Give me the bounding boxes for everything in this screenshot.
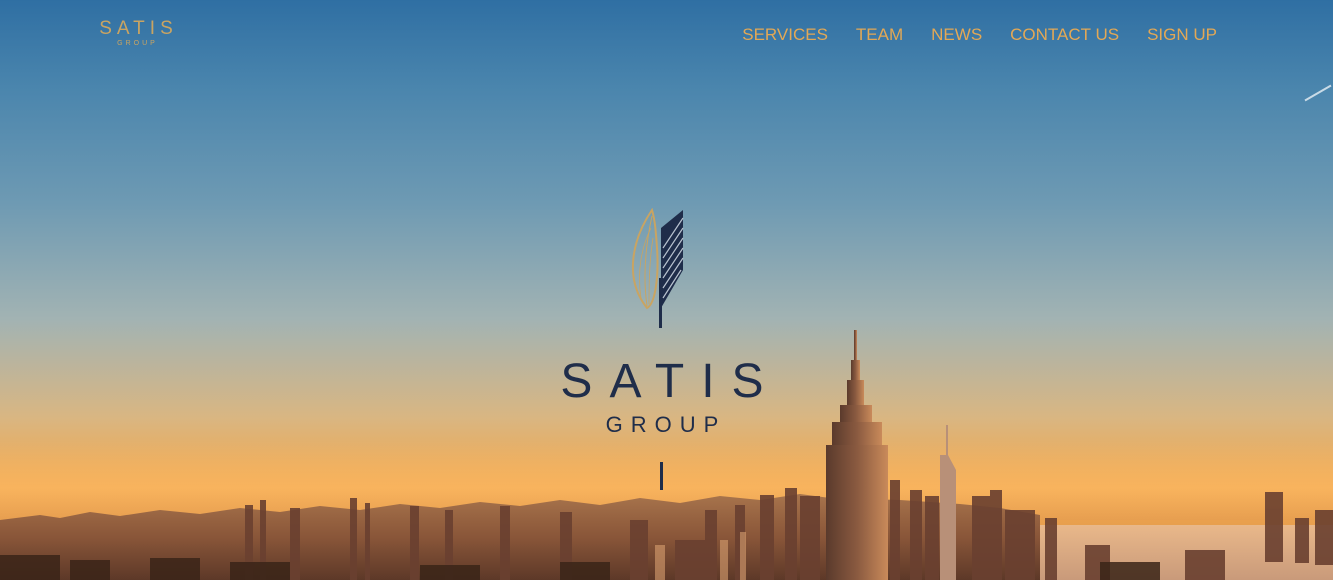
header-logo-subtitle: GROUP [117,40,158,47]
hero-logo: SATIS GROUP [540,208,784,438]
feather-leaf-icon [631,208,684,328]
hero-divider [660,462,663,490]
main-nav: SERVICES TEAM NEWS CONTACT US SIGN UP [742,25,1217,45]
header-logo-title: SATIS [99,18,178,39]
nav-news[interactable]: NEWS [931,25,982,45]
hero-logo-title: SATIS [560,355,781,408]
contrail [1304,84,1332,102]
nav-team[interactable]: TEAM [856,25,903,45]
nav-services[interactable]: SERVICES [742,25,828,45]
header-logo[interactable]: SATIS GROUP [90,19,182,48]
nav-sign-up[interactable]: SIGN UP [1147,25,1217,45]
hero-logo-subtitle: GROUP [605,412,727,437]
nav-contact-us[interactable]: CONTACT US [1010,25,1119,45]
